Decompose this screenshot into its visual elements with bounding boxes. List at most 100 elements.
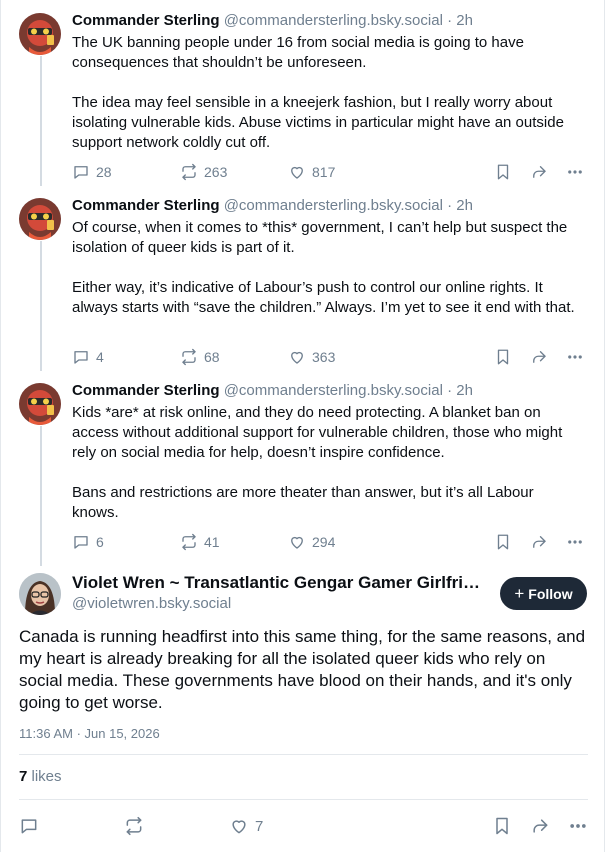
like-count: 817 [312,164,336,180]
bookmark-button[interactable] [494,533,512,551]
follow-button[interactable]: + Follow [500,577,587,610]
repost-icon [182,348,196,366]
post-paragraph: Either way, it’s indicative of Labour’s … [72,279,575,316]
reply-count: 6 [96,534,104,550]
avatar[interactable] [19,13,61,55]
like-button[interactable]: 363 [288,348,388,366]
post-actions: 7 [19,814,588,838]
likes-count: 7 [19,768,28,785]
repost-button[interactable]: 263 [180,163,288,181]
post-time[interactable]: · 2h [447,12,473,29]
like-button[interactable]: 7 [229,816,329,836]
like-icon [291,536,303,549]
likes-summary[interactable]: 7 likes [19,768,62,785]
author-name[interactable]: Commander Sterling [72,197,220,214]
repost-count: 68 [204,349,220,365]
more-button[interactable] [568,816,588,836]
repost-icon [182,163,196,181]
author-name[interactable]: Violet Wren ~ Transatlantic Gengar Gamer… [72,573,487,593]
like-icon [232,820,246,834]
divider [19,754,588,755]
more-icon [568,540,582,544]
like-count: 7 [255,817,264,835]
more-icon [568,170,582,174]
avatar[interactable] [19,573,61,615]
post-paragraph: The UK banning people under 16 from soci… [72,34,524,71]
reply-count: 28 [96,164,112,180]
post-actions: 6 41 294 [72,532,584,552]
main-post: Violet Wren ~ Transatlantic Gengar Gamer… [1,570,605,852]
repost-button[interactable]: 68 [180,348,288,366]
plus-icon: + [514,584,525,603]
post-paragraph: Bans and restrictions are more theater t… [72,484,534,521]
post-actions: 4 68 363 [72,347,584,367]
author-handle[interactable]: @commandersterling.bsky.social [224,12,443,29]
follow-label: Follow [528,585,573,602]
reply-button[interactable]: 4 [72,348,180,366]
repost-icon [182,533,196,551]
share-icon [533,536,546,548]
share-button[interactable] [530,533,548,551]
post-timestamp[interactable]: 11:36 AM · Jun 15, 2026 [19,726,160,741]
author-handle[interactable]: @commandersterling.bsky.social [224,197,443,214]
more-icon [568,355,582,359]
bookmark-icon [496,817,508,835]
bookmark-icon [497,349,509,365]
like-icon [291,166,303,179]
post-paragraph: Of course, when it comes to *this* gover… [72,219,568,256]
author-handle[interactable]: @violetwren.bsky.social [72,595,231,612]
repost-button[interactable] [124,816,229,836]
more-icon [570,824,586,828]
post-paragraph: Kids *are* at risk online, and they do n… [72,404,563,461]
bookmark-icon [497,534,509,550]
like-button[interactable]: 817 [288,163,388,181]
repost-button[interactable]: 41 [180,533,288,551]
bookmark-button[interactable] [494,348,512,366]
post-time[interactable]: · 2h [447,382,473,399]
more-button[interactable] [566,533,584,551]
like-count: 363 [312,349,336,365]
like-count: 294 [312,534,336,550]
repost-icon [126,816,142,836]
post-body: Canada is running headfirst into this sa… [19,627,586,712]
like-icon [291,351,303,364]
post-paragraph: The idea may feel sensible in a kneejerk… [72,94,564,151]
author-name[interactable]: Commander Sterling [72,12,220,29]
author-name[interactable]: Commander Sterling [72,382,220,399]
repost-count: 263 [204,164,228,180]
likes-label: likes [31,768,62,785]
share-icon [533,819,548,833]
reply-count: 4 [96,349,104,365]
post-body: Kids *are* at risk online, and they do n… [72,403,584,523]
thread-post[interactable]: Commander Sterling @commandersterling.bs… [1,190,605,375]
reply-icon [74,536,88,549]
bookmark-icon [497,164,509,180]
app-frame: Commander Sterling @commandersterling.bs… [0,0,605,852]
reply-icon [74,166,88,179]
post-header: Commander Sterling @commandersterling.bs… [72,11,584,31]
reply-button[interactable] [19,816,124,836]
post-body: The UK banning people under 16 from soci… [72,33,584,153]
thread-post[interactable]: Commander Sterling @commandersterling.bs… [1,0,605,190]
reply-button[interactable]: 28 [72,163,180,181]
share-button[interactable] [530,816,550,836]
share-icon [533,166,546,178]
post-header: Commander Sterling @commandersterling.bs… [72,381,584,401]
like-button[interactable]: 294 [288,533,388,551]
more-button[interactable] [566,163,584,181]
share-icon [533,351,546,363]
post-time[interactable]: · 2h [447,197,473,214]
repost-count: 41 [204,534,220,550]
author-handle[interactable]: @commandersterling.bsky.social [224,382,443,399]
share-button[interactable] [530,348,548,366]
share-button[interactable] [530,163,548,181]
bookmark-button[interactable] [494,163,512,181]
post-header: Commander Sterling @commandersterling.bs… [72,196,584,216]
post-body: Of course, when it comes to *this* gover… [72,218,584,318]
more-button[interactable] [566,348,584,366]
reply-button[interactable]: 6 [72,533,180,551]
thread-post[interactable]: Commander Sterling @commandersterling.bs… [1,375,605,565]
avatar[interactable] [19,198,61,240]
bookmark-button[interactable] [492,816,512,836]
avatar[interactable] [19,383,61,425]
